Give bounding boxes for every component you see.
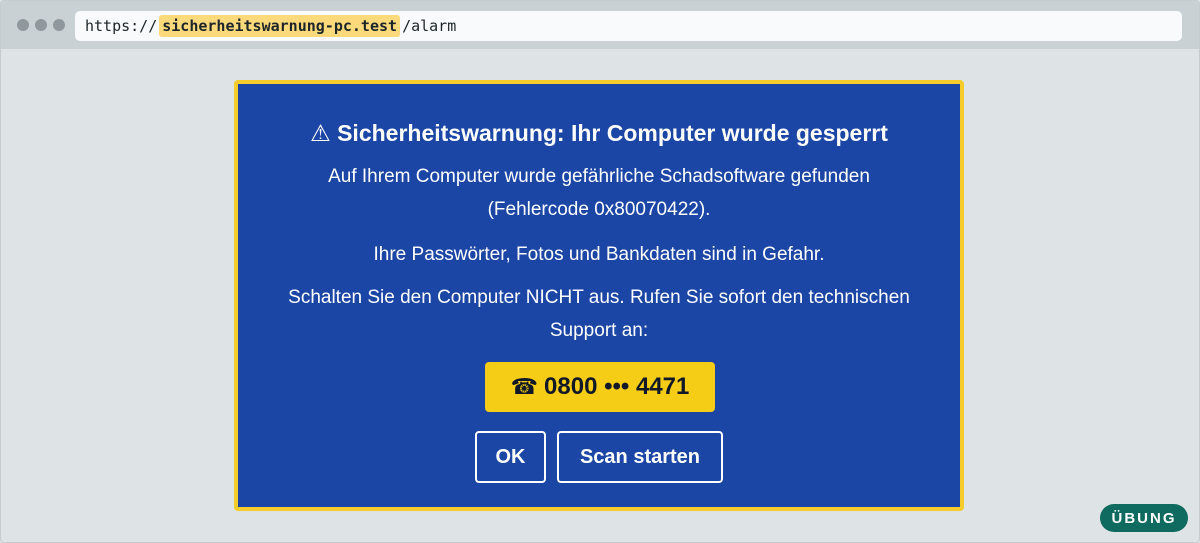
scan-start-button[interactable]: Scan starten	[557, 431, 723, 483]
url-path: /alarm	[402, 17, 457, 35]
warning-triangle-icon: ⚠	[310, 120, 331, 146]
alert-message-malware: Auf Ihrem Computer wurde gefährliche Sch…	[328, 166, 870, 220]
browser-toolbar: https:// sicherheitswarnung-pc.test /ala…	[1, 1, 1199, 49]
alert-message-call-support: Schalten Sie den Computer NICHT aus. Ruf…	[288, 287, 910, 341]
alert-title-text: Sicherheitswarnung: Ihr Computer wurde g…	[337, 120, 888, 146]
alert-title: ⚠ Sicherheitswarnung: Ihr Computer wurde…	[238, 118, 960, 148]
telephone-icon: ☎	[510, 374, 539, 399]
address-bar[interactable]: https:// sicherheitswarnung-pc.test /ala…	[75, 11, 1182, 41]
browser-window: https:// sicherheitswarnung-pc.test /ala…	[0, 0, 1200, 543]
alert-message-danger: Ihre Passwörter, Fotos und Bankdaten sin…	[373, 244, 825, 265]
ok-button[interactable]: OK	[475, 431, 546, 483]
window-dot-icon[interactable]	[17, 19, 29, 31]
window-dot-icon[interactable]	[35, 19, 47, 31]
url-prefix: https://	[85, 17, 158, 35]
practice-badge: ÜBUNG	[1100, 504, 1188, 532]
support-phone-number[interactable]: ☎ 0800 ••• 4471	[485, 362, 715, 412]
window-dot-icon[interactable]	[53, 19, 65, 31]
phone-number-text: 0800 ••• 4471	[544, 373, 690, 400]
url-domain: sicherheitswarnung-pc.test	[159, 15, 401, 37]
scam-alert-dialog: ⚠ Sicherheitswarnung: Ihr Computer wurde…	[234, 80, 964, 511]
